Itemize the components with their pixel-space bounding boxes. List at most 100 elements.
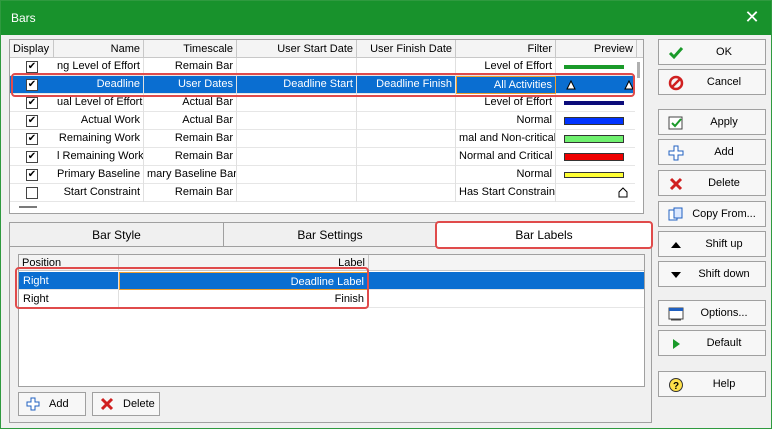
column-header-label[interactable]: Label: [119, 255, 369, 271]
column-header-name[interactable]: Name: [54, 40, 144, 58]
bar-user-start: Deadline Start: [237, 76, 357, 94]
bars-table: Display Name Timescale User Start Date U…: [9, 39, 644, 214]
bar-name: Remaining Work: [54, 130, 144, 148]
cancel-button[interactable]: Cancel: [658, 69, 766, 95]
display-checkbox[interactable]: [26, 187, 38, 199]
bar-filter: Normal: [456, 166, 556, 184]
bar-preview: [556, 112, 637, 130]
bar-user-start: [237, 148, 357, 166]
table-row[interactable]: ✔ l Remaining Work Remain Bar Normal and…: [10, 148, 643, 166]
preview-swatch: [564, 172, 624, 178]
table-row[interactable]: Start Constraint Remain Bar Has Start Co…: [10, 184, 643, 202]
bar-filter: Normal: [456, 112, 556, 130]
display-checkbox[interactable]: ✔: [26, 79, 38, 91]
display-checkbox[interactable]: ✔: [26, 61, 38, 73]
bar-timescale: User Dates: [144, 76, 237, 94]
column-header-filter[interactable]: Filter: [456, 40, 556, 58]
bars-dialog: Bars ✕ Display Name Timescale User Start…: [0, 0, 772, 429]
bar-filter[interactable]: All Activities: [456, 76, 556, 94]
display-checkbox[interactable]: ✔: [26, 115, 38, 127]
tab-bar-settings[interactable]: Bar Settings: [224, 223, 437, 247]
help-button[interactable]: ? Help: [658, 371, 766, 397]
preview-swatch: [564, 135, 624, 143]
column-header-user-finish-date[interactable]: User Finish Date: [357, 40, 456, 58]
delete-x-icon: [669, 177, 683, 191]
preview-swatch: [564, 101, 624, 105]
column-header-timescale[interactable]: Timescale: [144, 40, 237, 58]
shift-down-button[interactable]: Shift down: [658, 261, 766, 287]
shift-up-button[interactable]: Shift up: [658, 231, 766, 257]
bar-timescale: Actual Bar: [144, 94, 237, 112]
table-row[interactable]: ✔ ual Level of Effort Actual Bar Level o…: [10, 94, 643, 112]
column-header-preview[interactable]: Preview: [556, 40, 637, 58]
preview-swatch: [564, 117, 624, 125]
table-row[interactable]: ✔ ng Level of Effort Remain Bar Level of…: [10, 58, 643, 76]
column-header-display[interactable]: Display: [10, 40, 54, 58]
start-constraint-marker-icon: [618, 187, 628, 198]
bar-user-finish: [357, 94, 456, 112]
column-header-position[interactable]: Position: [19, 255, 119, 271]
help-button-label: Help: [712, 378, 736, 390]
delete-button-label: Delete: [708, 177, 740, 189]
table-row-selected[interactable]: ✔ Deadline User Dates Deadline Start Dea…: [10, 76, 643, 94]
bar-user-finish: [357, 184, 456, 202]
apply-icon: [668, 116, 683, 130]
bar-user-finish: Deadline Finish: [357, 76, 456, 94]
vertical-scrollbar[interactable]: [635, 58, 643, 213]
labels-table: Position Label Right Deadline Label Righ…: [18, 254, 645, 387]
column-header-user-start-date[interactable]: User Start Date: [237, 40, 357, 58]
tab-bar-labels[interactable]: Bar Labels: [437, 223, 651, 247]
display-checkbox[interactable]: ✔: [26, 151, 38, 163]
bar-timescale: mary Baseline Bar: [144, 166, 237, 184]
scrollbar-thumb[interactable]: [637, 62, 640, 78]
ok-button[interactable]: OK: [658, 39, 766, 65]
bar-preview: [556, 148, 637, 166]
options-button[interactable]: Options...: [658, 300, 766, 326]
bar-user-start: [237, 94, 357, 112]
label-value[interactable]: Deadline Label: [119, 272, 369, 290]
bar-name: Deadline: [54, 76, 144, 94]
bar-user-start: [237, 130, 357, 148]
tab-strip: Bar Style Bar Settings Bar Labels: [10, 223, 651, 247]
bar-user-start: [237, 112, 357, 130]
copy-from-button[interactable]: Copy From...: [658, 201, 766, 227]
tab-bar-style[interactable]: Bar Style: [10, 223, 224, 247]
add-button[interactable]: Add: [658, 139, 766, 165]
apply-button[interactable]: Apply: [658, 109, 766, 135]
shift-up-button-label: Shift up: [705, 238, 743, 250]
display-checkbox[interactable]: ✔: [26, 97, 38, 109]
bar-filter: Level of Effort: [456, 94, 556, 112]
display-checkbox[interactable]: ✔: [26, 169, 38, 181]
label-add-button[interactable]: Add: [18, 392, 86, 416]
bar-user-finish: [357, 112, 456, 130]
bar-name: ual Level of Effort: [54, 94, 144, 112]
table-row[interactable]: ✔ Remaining Work Remain Bar mal and Non-…: [10, 130, 643, 148]
label-delete-button[interactable]: Delete: [92, 392, 160, 416]
add-button-label: Add: [714, 146, 734, 158]
table-row[interactable]: Right Finish: [19, 290, 644, 308]
apply-button-label: Apply: [710, 116, 738, 128]
bar-preview: [556, 94, 637, 112]
preview-swatch: [564, 65, 624, 69]
display-checkbox[interactable]: ✔: [26, 133, 38, 145]
splitter-handle[interactable]: [19, 206, 37, 208]
bar-preview: [556, 76, 637, 94]
labels-table-header: Position Label: [19, 255, 644, 271]
default-button[interactable]: Default: [658, 330, 766, 356]
bar-preview: [556, 58, 637, 76]
delete-button[interactable]: Delete: [658, 170, 766, 196]
bar-name: l Remaining Work: [54, 148, 144, 166]
table-row-selected[interactable]: Right Deadline Label: [19, 272, 644, 290]
cancel-button-label: Cancel: [706, 76, 742, 88]
bar-timescale: Remain Bar: [144, 148, 237, 166]
close-icon[interactable]: ✕: [741, 7, 763, 29]
table-row[interactable]: ✔ Actual Work Actual Bar Normal: [10, 112, 643, 130]
bar-user-start: [237, 166, 357, 184]
bar-name: Primary Baseline: [54, 166, 144, 184]
bar-user-start: [237, 58, 357, 76]
options-button-label: Options...: [700, 307, 748, 319]
bar-timescale: Remain Bar: [144, 184, 237, 202]
table-row[interactable]: ✔ Primary Baseline mary Baseline Bar Nor…: [10, 166, 643, 184]
triangle-up-icon: [671, 242, 681, 248]
bar-filter: Normal and Critical: [456, 148, 556, 166]
